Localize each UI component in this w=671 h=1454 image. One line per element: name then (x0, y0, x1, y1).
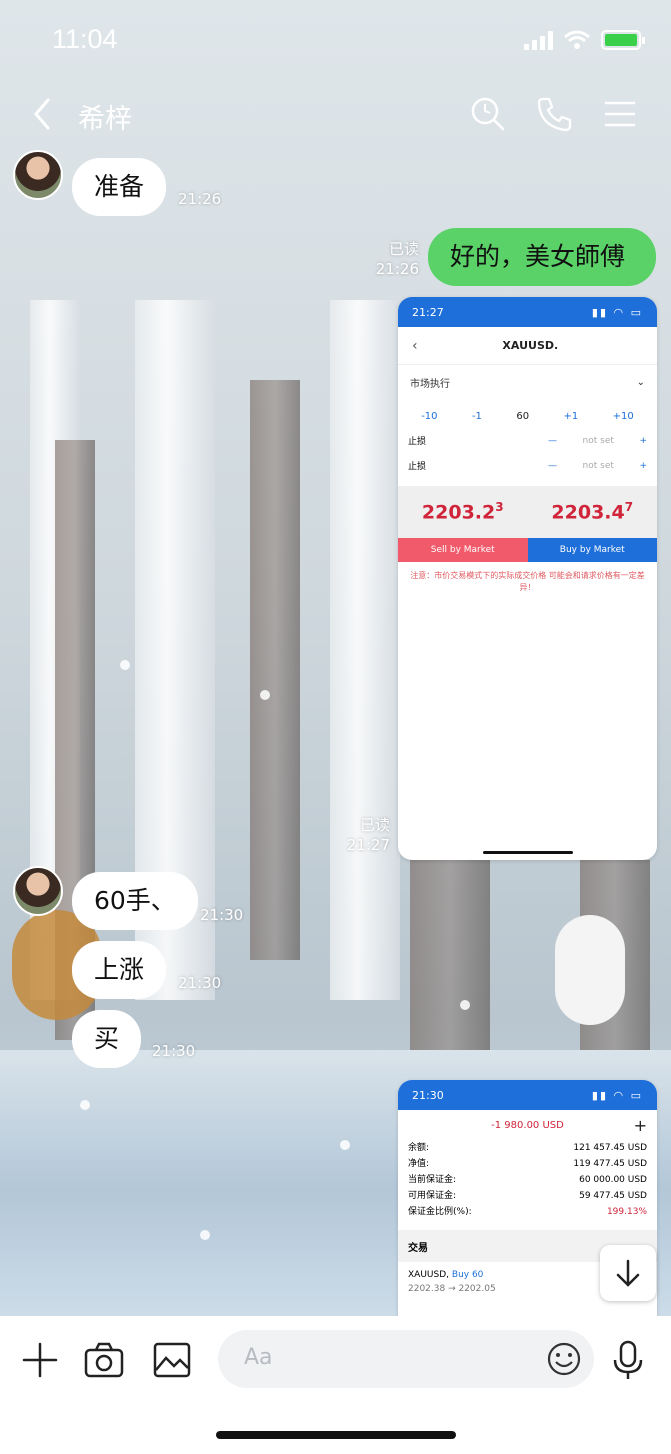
message-bubble[interactable]: 60手、 (72, 872, 198, 930)
sell-price: 2203.23 (421, 500, 504, 524)
chat-header: 希梓 (0, 80, 671, 150)
message-time: 21:26 (178, 190, 222, 208)
read-receipt: 已读 (388, 240, 419, 258)
message-input-bar: Aa (0, 1316, 671, 1454)
message-time: 21:30 (200, 906, 244, 924)
contact-avatar[interactable] (13, 150, 63, 200)
cellular-signal-icon (524, 30, 553, 50)
sell-by-market-button: Sell by Market (398, 538, 528, 562)
wallpaper-tree (330, 300, 400, 1000)
message-time: 21:26 (375, 260, 419, 278)
status-bar: 11:04 (0, 0, 671, 80)
home-indicator (216, 1431, 456, 1439)
execution-note: 注意：市价交易模式下的实际成交价格 可能会和请求价格有一定差异！ (410, 571, 645, 592)
trade-screenshot-image[interactable]: 21:27 ▮▮ ◠ ▭ ‹ XAUUSD. 市场执行 ⌄ -10 -1 60 +1… (398, 297, 657, 860)
status-time: 11:04 (52, 24, 118, 54)
read-receipt: 已读 (359, 816, 390, 834)
wallpaper-tree (250, 380, 300, 960)
message-bubble[interactable]: 准备 (72, 158, 167, 216)
execution-mode: 市场执行 (410, 378, 450, 390)
take-profit-value: not set (582, 460, 614, 471)
image-icon[interactable] (150, 1338, 194, 1382)
battery-icon (601, 30, 645, 50)
step-value: +10 (612, 411, 634, 422)
buy-by-market-button: Buy by Market (527, 538, 657, 562)
arrow-down-icon (616, 1259, 640, 1287)
buy-price: 2203.47 (551, 500, 634, 524)
position-side: Buy 60 (451, 1270, 484, 1280)
search-icon[interactable] (468, 94, 508, 134)
take-profit-label: 止损 (408, 462, 427, 472)
screenshot-time: 21:30 (412, 1088, 444, 1102)
step-value: -10 (421, 411, 438, 422)
menu-icon[interactable] (600, 94, 640, 134)
emoji-icon[interactable] (546, 1341, 582, 1377)
stop-loss-value: not set (582, 435, 614, 446)
message-time: 21:27 (346, 836, 390, 854)
rabbit-sticker-icon (555, 915, 625, 1025)
contact-name[interactable]: 希梓 (78, 97, 132, 136)
message-bubble[interactable]: 买 (72, 1010, 142, 1068)
microphone-icon[interactable] (606, 1338, 650, 1382)
step-value: -1 (471, 411, 482, 422)
message-time: 21:30 (152, 1042, 196, 1060)
message-input[interactable]: Aa (218, 1330, 594, 1388)
plus-icon[interactable] (18, 1338, 62, 1382)
wifi-icon (564, 30, 590, 49)
message-input-placeholder: Aa (244, 1345, 273, 1370)
camera-icon[interactable] (82, 1338, 126, 1382)
step-value: +1 (563, 411, 579, 422)
volume-value: 60 (516, 411, 530, 422)
floating-profit: -1 980.00 USD (491, 1119, 564, 1131)
scroll-to-bottom-button[interactable] (600, 1245, 656, 1301)
wallpaper-tree (410, 860, 490, 1080)
message-bubble[interactable]: 上涨 (72, 941, 167, 999)
screenshot-time: 21:27 (412, 305, 444, 319)
stop-loss-label: 止损 (408, 437, 427, 447)
symbol-title: XAUUSD. (502, 339, 559, 352)
chevron-left-icon[interactable] (28, 96, 58, 132)
message-time: 21:30 (178, 974, 222, 992)
phone-icon[interactable] (534, 94, 574, 134)
position-symbol: XAUUSD, (408, 1270, 450, 1280)
sent-message-bubble[interactable]: 好的，美女師傅 (428, 228, 656, 286)
contact-avatar[interactable] (13, 866, 63, 916)
